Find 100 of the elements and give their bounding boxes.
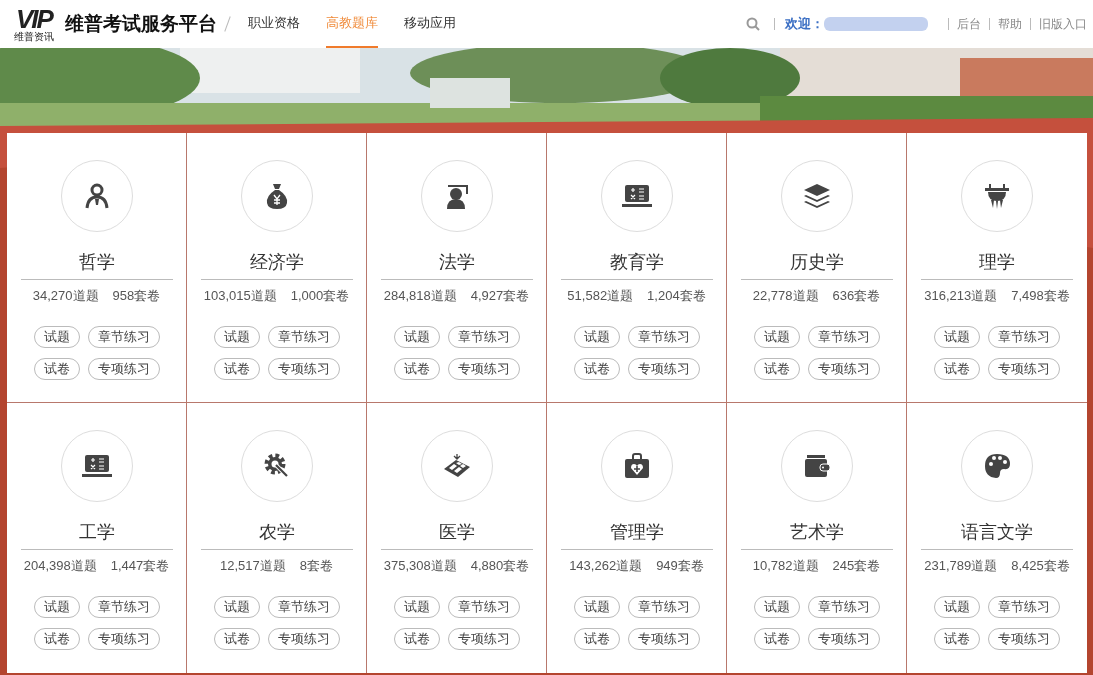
subject-title[interactable]: 艺术学 <box>789 520 844 544</box>
stat-text: 1,000套卷 <box>290 287 350 305</box>
pill-button[interactable]: 章节练习 <box>87 595 160 618</box>
pill-button[interactable]: 章节练习 <box>627 595 700 618</box>
logo-caption: 维普资讯 <box>14 32 54 42</box>
stat-text: 8,425套卷 <box>1011 557 1070 575</box>
stat-text: 949套卷 <box>656 557 704 575</box>
pill-button[interactable]: 专项练习 <box>988 627 1060 650</box>
pill-button[interactable]: 试题 <box>573 595 620 618</box>
pill-button[interactable]: 试题 <box>753 325 800 348</box>
header-link[interactable]: 旧版入口 <box>1039 15 1087 33</box>
pill-button[interactable]: 试题 <box>213 325 260 348</box>
pill-button[interactable]: 试题 <box>934 325 980 348</box>
pill-button[interactable]: 试题 <box>213 595 260 618</box>
pill-button[interactable]: 试题 <box>33 325 80 348</box>
pill-button[interactable]: 专项练习 <box>807 627 880 650</box>
layers-icon <box>802 183 831 209</box>
pill-button[interactable]: 试卷 <box>753 627 800 650</box>
pill-button[interactable]: 章节练习 <box>807 595 880 618</box>
logo-mark: VIP <box>16 6 52 32</box>
subject-title[interactable]: 法学 <box>438 250 475 274</box>
pill-button[interactable]: 章节练习 <box>807 325 880 348</box>
stat-text: 245套卷 <box>832 557 881 575</box>
search-icon[interactable] <box>746 17 760 31</box>
pill-button[interactable]: 专项练习 <box>267 357 340 380</box>
pill-button[interactable]: 专项练习 <box>447 357 520 380</box>
subject-title[interactable]: 医学 <box>438 520 475 544</box>
pill-button[interactable]: 试卷 <box>393 627 440 650</box>
stat-text: 4,880套卷 <box>470 557 530 575</box>
stat-text: 284,818道题 <box>383 287 457 305</box>
pill-button[interactable]: 试题 <box>573 325 620 348</box>
stat-text: 316,213道题 <box>924 287 998 305</box>
subject-title[interactable]: 语言文学 <box>961 520 1033 544</box>
pill-button[interactable]: 试卷 <box>934 357 980 380</box>
pill-button[interactable]: 章节练习 <box>267 595 340 618</box>
stat-text: 8套卷 <box>299 557 333 575</box>
pill-button[interactable]: 章节练习 <box>627 325 700 348</box>
pill-button[interactable]: 试题 <box>753 595 800 618</box>
pill-button[interactable]: 试卷 <box>753 357 800 380</box>
header-link[interactable]: 帮助 <box>998 15 1022 33</box>
stat-text: 1,447套卷 <box>110 557 170 575</box>
pill-button[interactable]: 专项练习 <box>87 627 160 650</box>
pill-button[interactable]: 试卷 <box>213 357 260 380</box>
stat-text: 204,398道题 <box>23 557 97 575</box>
laptop-icon <box>81 453 112 479</box>
welcome-label: 欢迎： <box>785 15 824 34</box>
stat-text: 231,789道题 <box>924 557 998 575</box>
stat-text: 4,927套卷 <box>470 287 530 305</box>
stat-text: 958套卷 <box>112 287 161 305</box>
pill-button[interactable]: 试卷 <box>393 357 440 380</box>
subject-title[interactable]: 教育学 <box>609 250 664 274</box>
pill-button[interactable]: 章节练习 <box>988 595 1060 618</box>
wallet-icon <box>802 454 831 478</box>
stat-text: 34,270道题 <box>32 287 99 305</box>
pill-button[interactable]: 专项练习 <box>447 627 520 650</box>
laptop-icon <box>621 183 652 209</box>
subject-title[interactable]: 农学 <box>258 520 295 544</box>
subject-title[interactable]: 哲学 <box>78 250 115 274</box>
pill-button[interactable]: 章节练习 <box>267 325 340 348</box>
stat-text: 7,498套卷 <box>1011 287 1070 305</box>
stat-text: 636套卷 <box>832 287 881 305</box>
pill-button[interactable]: 试卷 <box>33 627 80 650</box>
pill-button[interactable]: 章节练习 <box>87 325 160 348</box>
pill-button[interactable]: 试卷 <box>213 627 260 650</box>
stat-text: 10,782道题 <box>752 557 819 575</box>
nav-tab[interactable]: 移动应用 <box>404 0 456 48</box>
pill-button[interactable]: 试卷 <box>573 357 620 380</box>
pill-button[interactable]: 章节练习 <box>988 325 1060 348</box>
subject-title[interactable]: 管理学 <box>609 520 664 544</box>
pill-button[interactable]: 专项练习 <box>807 357 880 380</box>
pill-button[interactable]: 试卷 <box>33 357 80 380</box>
subject-title[interactable]: 理学 <box>979 250 1015 274</box>
palette-icon <box>983 452 1011 480</box>
stat-text: 103,015道题 <box>203 287 277 305</box>
pill-button[interactable]: 专项练习 <box>627 627 700 650</box>
subject-title[interactable]: 经济学 <box>249 250 304 274</box>
pill-button[interactable]: 试题 <box>393 325 440 348</box>
pill-button[interactable]: 试题 <box>33 595 80 618</box>
pill-button[interactable]: 试题 <box>393 595 440 618</box>
pill-button[interactable]: 专项练习 <box>988 357 1060 380</box>
stat-text: 375,308道题 <box>383 557 457 575</box>
pill-button[interactable]: 试题 <box>934 595 980 618</box>
medical-kit-icon <box>622 453 651 479</box>
stat-text: 1,204套卷 <box>647 287 706 305</box>
pill-button[interactable]: 试卷 <box>934 627 980 650</box>
nav-tab[interactable]: 职业资格 <box>248 0 300 48</box>
gear-wrench-icon <box>262 452 291 480</box>
pill-button[interactable]: 章节练习 <box>447 595 520 618</box>
subject-title[interactable]: 历史学 <box>789 250 844 274</box>
header-link[interactable]: 后台 <box>957 15 981 33</box>
stat-text: 12,517道题 <box>220 557 286 575</box>
pill-button[interactable]: 章节练习 <box>447 325 520 348</box>
subject-title[interactable]: 工学 <box>78 520 115 544</box>
stat-text: 51,582道题 <box>567 287 634 305</box>
site-title: 维普考试服务平台 <box>65 11 217 36</box>
pill-button[interactable]: 试卷 <box>573 627 620 650</box>
pill-button[interactable]: 专项练习 <box>627 357 700 380</box>
pill-button[interactable]: 专项练习 <box>87 357 160 380</box>
stat-text: 22,778道题 <box>752 287 819 305</box>
pill-button[interactable]: 专项练习 <box>267 627 340 650</box>
